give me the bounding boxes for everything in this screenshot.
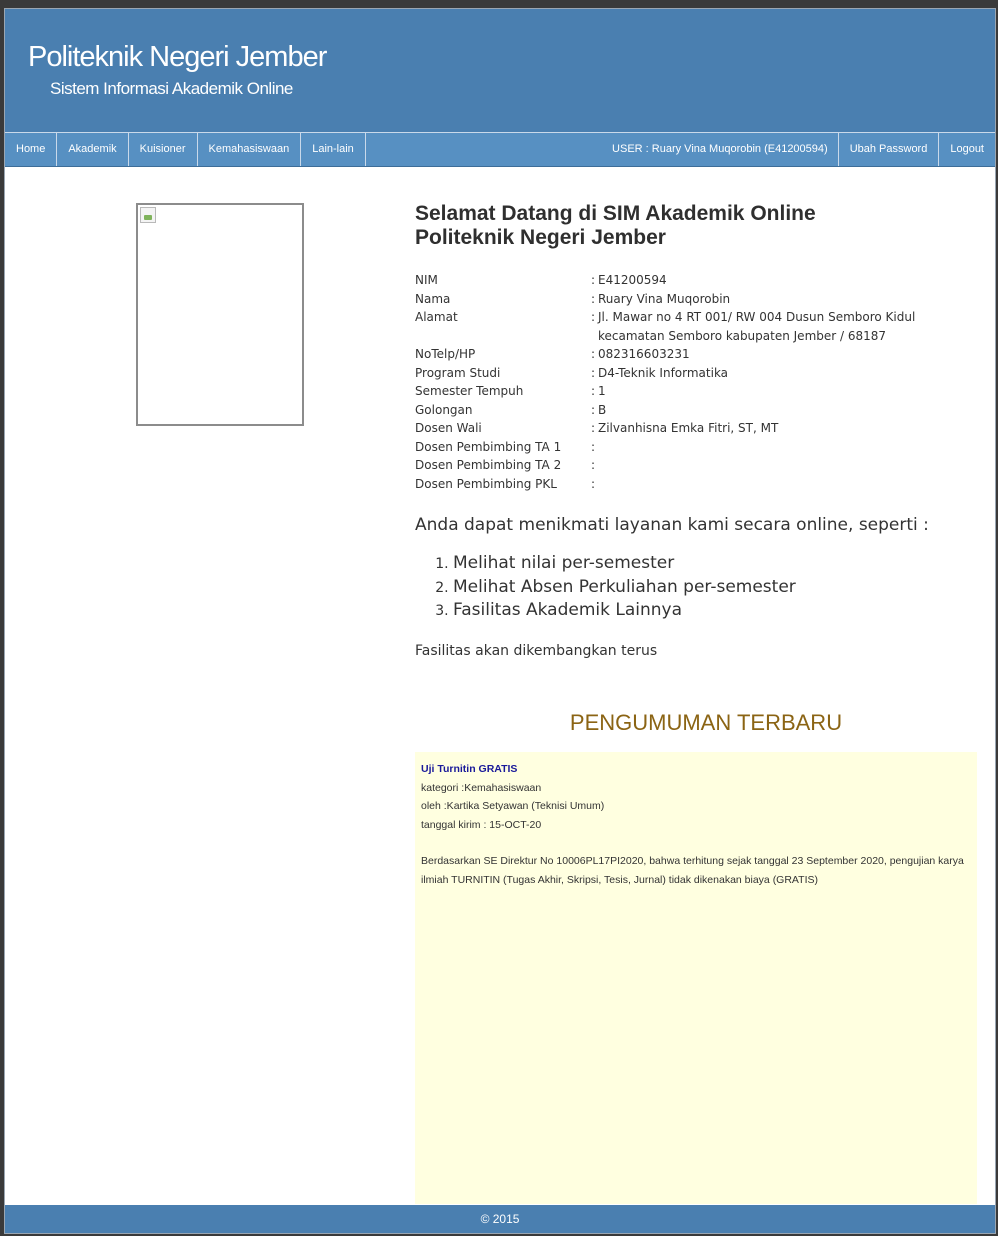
student-photo <box>136 203 304 426</box>
nav-item-kemahasiswaan[interactable]: Kemahasiswaan <box>198 133 302 166</box>
info-value: 1 <box>598 384 606 398</box>
info-label: Semester Tempuh <box>415 384 524 398</box>
services-list: Melihat nilai per-semester Melihat Absen… <box>415 552 975 623</box>
info-label: Dosen Wali <box>415 421 482 435</box>
info-separator: : <box>591 273 596 287</box>
page-frame: Politeknik Negeri Jember Sistem Informas… <box>4 8 996 1234</box>
info-label: Nama <box>415 291 451 306</box>
info-value: Zilvanhisna Emka Fitri, ST, MT <box>598 421 779 435</box>
table-row: Dosen Wali: Zilvanhisna Emka Fitri, ST, M… <box>415 419 953 438</box>
welcome-title-line-1: Selamat Datang di SIM Akademik Online <box>415 202 816 225</box>
user-info: USER : Ruary Vina Muqorobin (E41200594) <box>612 143 828 155</box>
table-row: Dosen Pembimbing TA 1: <box>415 438 953 457</box>
info-label: NIM <box>415 273 438 287</box>
nav-item-kuisioner[interactable]: Kuisioner <box>129 133 198 166</box>
info-separator: : <box>591 421 596 435</box>
info-separator: : <box>591 458 596 472</box>
list-item: Fasilitas Akademik Lainnya <box>453 599 975 623</box>
info-separator: : <box>591 384 596 398</box>
announcement-body: Berdasarkan SE Direktur No 10006PL17PI20… <box>421 855 964 886</box>
info-value <box>598 475 953 494</box>
services-note: Fasilitas akan dikembangkan terus <box>415 642 658 659</box>
main-navbar: Home Akademik Kuisioner Kemahasiswaan La… <box>5 132 995 167</box>
change-password-link[interactable]: Ubah Password <box>837 133 939 166</box>
table-row: Dosen Pembimbing PKL: <box>415 475 953 494</box>
info-label: Alamat <box>415 310 458 324</box>
site-header: Politeknik Negeri Jember Sistem Informas… <box>5 9 995 132</box>
info-value: B <box>598 402 607 417</box>
broken-image-icon <box>140 207 156 223</box>
info-value: D4-Teknik Informatika <box>598 365 729 380</box>
nav-item-akademik[interactable]: Akademik <box>57 133 129 166</box>
info-separator: : <box>591 476 596 491</box>
info-value: Jl. Mawar no 4 RT 001/ RW 004 Dusun Semb… <box>598 310 916 343</box>
list-item: Melihat nilai per-semester <box>453 552 975 576</box>
services-intro: Anda dapat menikmati layanan kami secara… <box>415 515 929 535</box>
welcome-title: Selamat Datang di SIM Akademik Online Po… <box>415 202 975 250</box>
info-separator: : <box>591 365 596 380</box>
announcement-date: tanggal kirim : 15-OCT-20 <box>421 818 542 831</box>
list-item: Melihat Absen Perkuliahan per-semester <box>453 576 975 600</box>
nav-menu: Home Akademik Kuisioner Kemahasiswaan La… <box>5 133 366 166</box>
announcement-title-link[interactable]: Uji Turnitin GRATIS <box>421 760 971 779</box>
table-row: Program Studi: D4-Teknik Informatika <box>415 364 953 383</box>
info-label: Golongan <box>415 402 473 417</box>
info-label: NoTelp/HP <box>415 347 476 361</box>
site-footer: © 2015 <box>5 1205 995 1233</box>
info-separator: : <box>591 439 596 454</box>
announcement-author: oleh :Kartika Setyawan (Teknisi Umum) <box>421 800 605 812</box>
copyright-text: © 2015 <box>480 1212 520 1226</box>
logout-link[interactable]: Logout <box>938 133 995 166</box>
announcement-box: Uji Turnitin GRATIS kategori :Kemahasisw… <box>415 752 977 1204</box>
info-value: 082316603231 <box>598 347 690 361</box>
info-label: Dosen Pembimbing TA 1 <box>415 439 562 454</box>
table-row: NoTelp/HP:082316603231 <box>415 345 953 364</box>
announcement-heading: PENGUMUMAN TERBARU <box>569 710 843 735</box>
student-info-table: NIM: E41200594 Nama: Ruary Vina Muqorobin Al… <box>415 271 953 493</box>
table-row: Nama: Ruary Vina Muqorobin <box>415 290 953 309</box>
nav-item-home[interactable]: Home <box>5 133 58 166</box>
table-row: Golongan: B <box>415 401 953 420</box>
info-value: Ruary Vina Muqorobin <box>598 291 731 306</box>
site-subtitle: Sistem Informasi Akademik Online <box>50 79 293 98</box>
table-row: Alamat: Jl. Mawar no 4 RT 001/ RW 004 Dus… <box>415 308 953 345</box>
main-content: Selamat Datang di SIM Akademik Online Po… <box>415 202 975 659</box>
announcement-category: kategori :Kemahasiswaan <box>421 781 542 794</box>
info-separator: : <box>591 347 596 361</box>
info-label: Program Studi <box>415 365 501 380</box>
info-separator: : <box>591 402 596 417</box>
nav-item-lain-lain[interactable]: Lain-lain <box>301 133 366 166</box>
table-row: NIM: E41200594 <box>415 271 953 290</box>
table-row: Semester Tempuh:1 <box>415 382 953 401</box>
info-separator: : <box>591 310 596 324</box>
welcome-title-line-2: Politeknik Negeri Jember <box>415 226 666 249</box>
info-value <box>598 456 953 475</box>
table-row: Dosen Pembimbing TA 2: <box>415 456 953 475</box>
info-value: E41200594 <box>598 273 667 287</box>
info-separator: : <box>591 291 596 306</box>
info-label: Dosen Pembimbing TA 2 <box>415 458 562 472</box>
info-value <box>598 438 953 457</box>
site-title: Politeknik Negeri Jember <box>28 41 327 73</box>
nav-user-menu: USER : Ruary Vina Muqorobin (E41200594) … <box>601 133 995 166</box>
info-label: Dosen Pembimbing PKL <box>415 476 557 491</box>
